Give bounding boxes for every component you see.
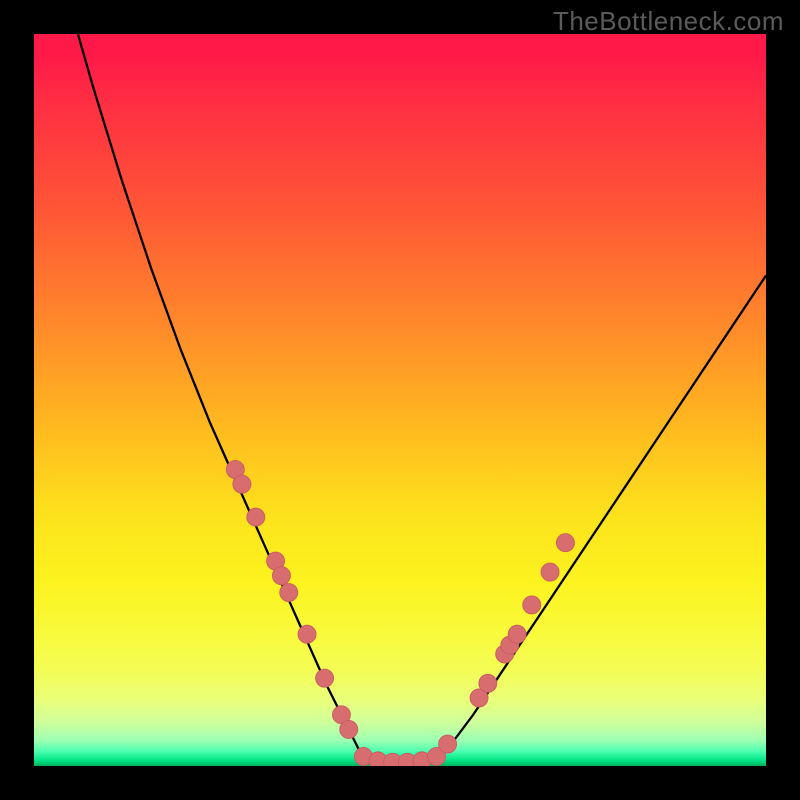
marker-group <box>226 461 574 766</box>
data-marker <box>233 475 251 493</box>
data-marker <box>523 596 541 614</box>
data-marker <box>340 720 358 738</box>
curve-overlay <box>34 34 766 766</box>
bottleneck-curve <box>78 34 766 765</box>
data-marker <box>541 563 559 581</box>
data-marker <box>298 625 316 643</box>
data-marker <box>479 674 497 692</box>
curve-group <box>78 34 766 765</box>
plot-area <box>34 34 766 766</box>
chart-container: TheBottleneck.com <box>0 0 800 800</box>
data-marker <box>247 508 265 526</box>
data-marker <box>280 584 298 602</box>
data-marker <box>272 567 290 585</box>
data-marker <box>439 735 457 753</box>
data-marker <box>316 669 334 687</box>
watermark-text: TheBottleneck.com <box>553 6 784 37</box>
data-marker <box>508 625 526 643</box>
data-marker <box>556 534 574 552</box>
